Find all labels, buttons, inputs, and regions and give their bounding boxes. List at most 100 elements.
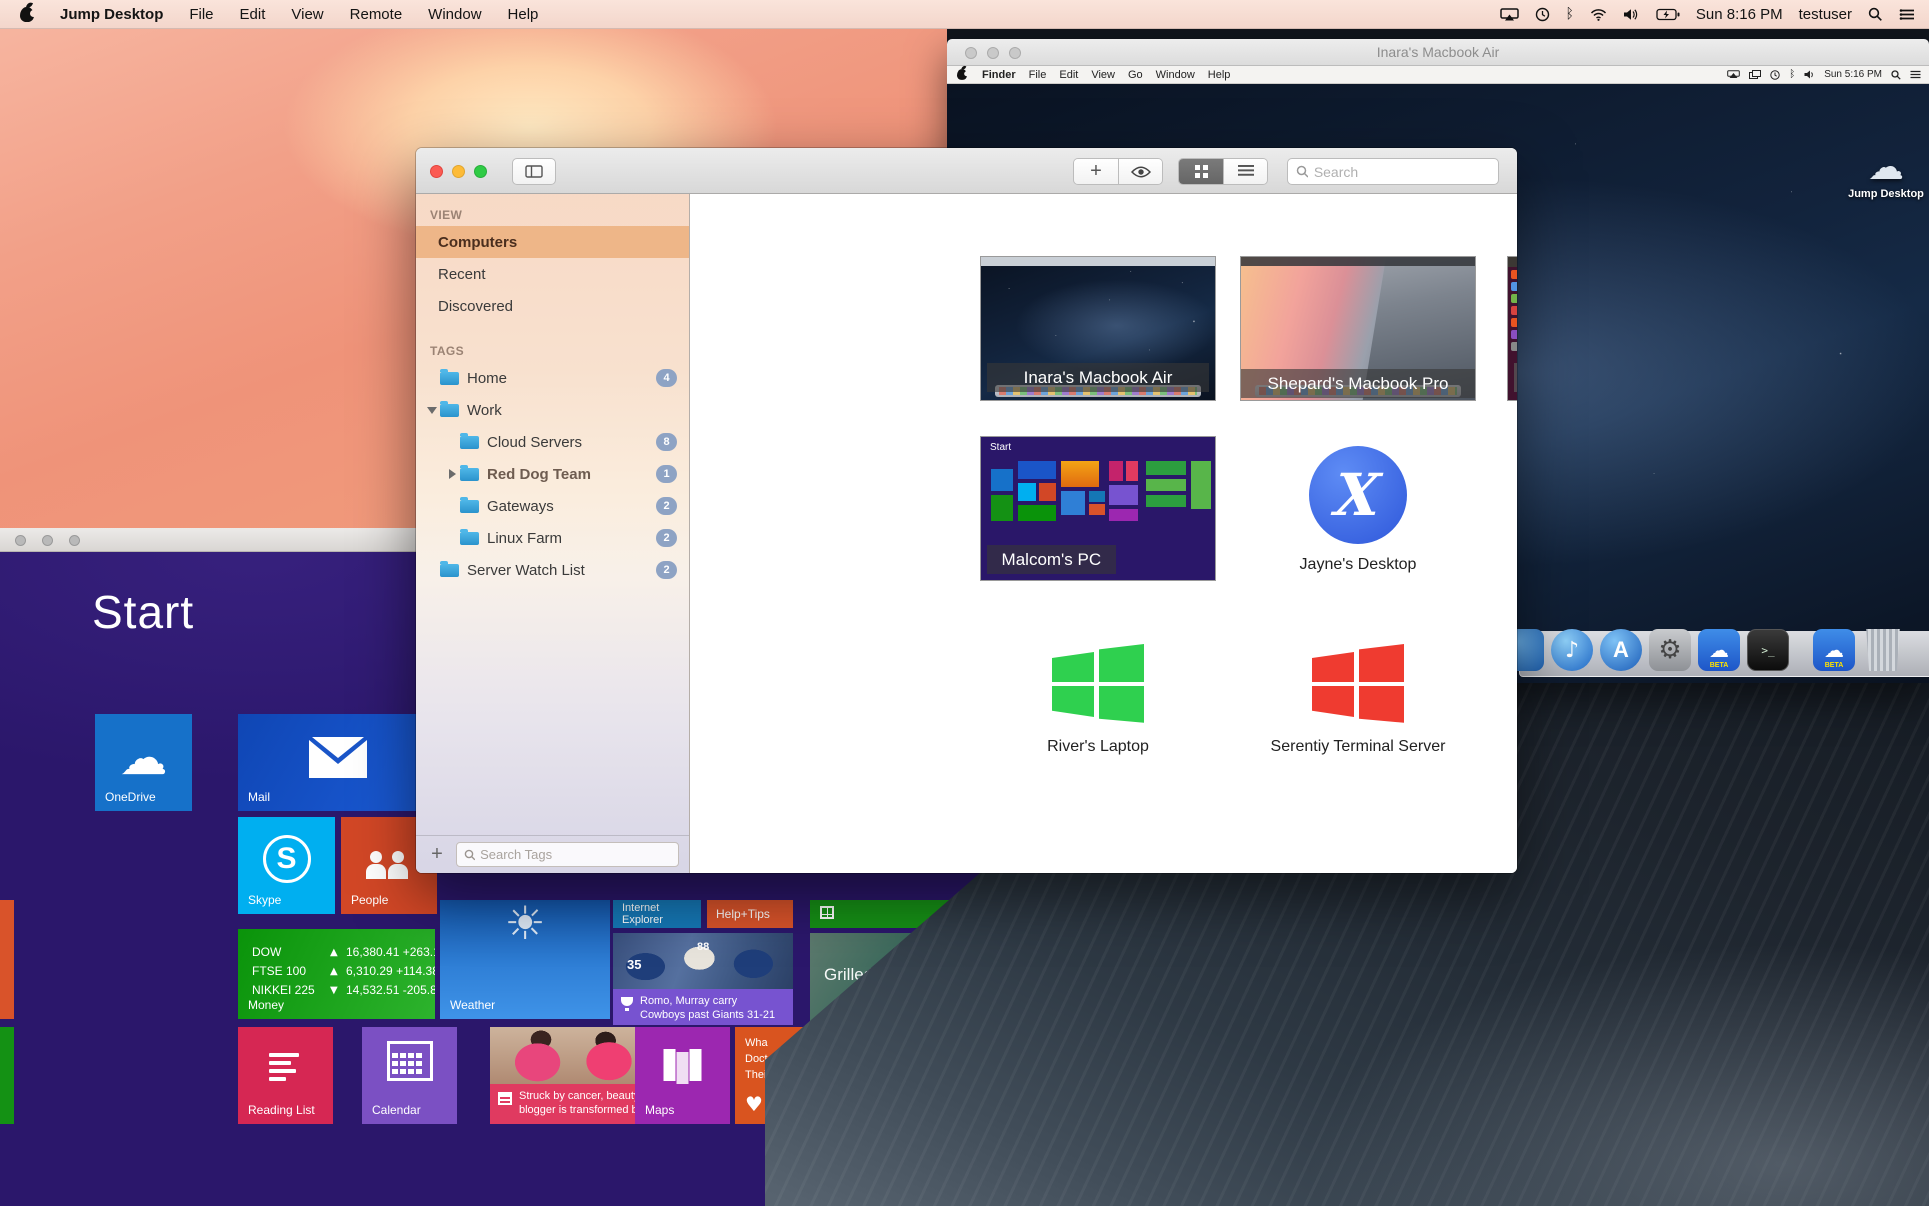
menu-help[interactable]: Help [508,6,539,23]
terminal-icon[interactable]: >_ [1747,629,1789,671]
search-icon[interactable] [1891,70,1901,80]
sidebar-tag-work[interactable]: Work [416,394,689,426]
app-menu-jump-desktop[interactable]: Jump Desktop [60,6,163,23]
computer-jaynes-desktop[interactable]: X Jayne's Desktop [1240,436,1476,586]
clock-icon[interactable] [1770,70,1780,80]
sidebar-tag-linux-farm[interactable]: Linux Farm 2 [416,522,689,554]
zoom-button[interactable] [69,535,80,546]
computer-kaylees-pc[interactable]: Kaylee's PC [1507,436,1517,586]
airplay-icon[interactable] [1727,70,1740,79]
windows-logo-red-icon [1312,644,1404,726]
computer-kaylees-ubuntu-ssh[interactable]: ubuntu Kaylee's Ubuntu (SSH) [1507,256,1517,406]
battery-icon[interactable] [1656,8,1680,21]
notification-center-icon[interactable] [1910,70,1921,79]
menubar-clock[interactable]: Sun 8:16 PM [1696,6,1783,23]
menu-file[interactable]: File [189,6,213,23]
sidebar-tag-cloud-servers[interactable]: Cloud Servers 8 [416,426,689,458]
menu-finder[interactable]: Finder [982,69,1016,81]
close-button[interactable] [15,535,26,546]
tile-calendar[interactable]: Calendar [362,1027,457,1124]
desktop: Start ☁ OneDrive Mail S Skype People DOW… [0,0,1929,1206]
sidebar-item-computers[interactable]: Computers [416,226,689,258]
tile-money[interactable]: DOW▲16,380.41 +263.17 FTSE 100▲6,310.29 … [238,929,435,1019]
menu-view[interactable]: View [1091,69,1115,81]
tile-sliver-orange [0,900,14,1019]
chevron-right-icon[interactable] [444,469,460,479]
sidebar-item-recent[interactable]: Recent [416,258,689,290]
tile-maps[interactable]: Maps [635,1027,730,1124]
bluetooth-icon[interactable]: ᛒ [1566,6,1574,22]
sidebar-tag-server-watch-list[interactable]: Server Watch List 2 [416,554,689,586]
tile-internet-explorer[interactable]: Internet Explorer [613,900,701,928]
zoom-button[interactable] [474,165,487,178]
apple-icon[interactable] [20,7,34,22]
map-icon [663,1049,702,1081]
search-input[interactable] [1314,164,1490,180]
app-store-icon[interactable]: A [1600,629,1642,671]
mini-menubar [981,257,1215,266]
menu-help[interactable]: Help [1208,69,1231,81]
menu-edit[interactable]: Edit [240,6,266,23]
volume-icon[interactable] [1804,70,1815,79]
sidebar-tag-gateways[interactable]: Gateways 2 [416,490,689,522]
mini-menubar [1241,257,1475,266]
computer-malcoms-pc[interactable]: Start [980,436,1216,586]
menubar-user[interactable]: testuser [1799,6,1852,23]
tile-help-tips[interactable]: Help+Tips [707,900,793,928]
computer-serentiy-terminal-server[interactable]: Serentiy Terminal Server [1240,618,1476,768]
computer-shepards-macbook-pro[interactable]: Shepard's Macbook Pro [1240,256,1476,406]
jump-desktop-beta-icon[interactable]: ☁BETA [1698,629,1740,671]
tile-sports[interactable]: 35 88 Romo, Murray carry Cowboys past Gi… [613,933,793,1025]
chevron-down-icon[interactable] [424,407,440,414]
itunes-icon[interactable]: ♪ [1551,629,1593,671]
list-view-button[interactable] [1223,159,1267,184]
tile-reading-list[interactable]: Reading List [238,1027,333,1124]
time-machine-icon[interactable] [1535,7,1550,22]
menu-window[interactable]: Window [428,6,481,23]
tile-onedrive[interactable]: ☁ OneDrive [95,714,192,811]
search-tags-input[interactable] [480,847,671,862]
remote-clock[interactable]: Sun 5:16 PM [1824,69,1882,80]
airplay-icon[interactable] [1500,8,1519,21]
sidebar-tag-red-dog-team[interactable]: Red Dog Team 1 [416,458,689,490]
spotlight-icon[interactable] [1868,7,1883,22]
menu-file[interactable]: File [1029,69,1047,81]
count-badge: 4 [656,369,677,387]
volume-icon[interactable] [1623,8,1640,21]
notification-center-icon[interactable] [1899,8,1915,21]
wifi-icon[interactable] [1590,8,1607,21]
tile-skype[interactable]: S Skype [238,817,335,914]
folder-icon [460,532,479,545]
tile-mail[interactable]: Mail [238,714,437,811]
menu-view[interactable]: View [291,6,323,23]
trash-icon[interactable] [1862,629,1904,671]
menu-edit[interactable]: Edit [1059,69,1078,81]
grid-view-button[interactable] [1179,159,1223,184]
minimize-button[interactable] [42,535,53,546]
minimize-button[interactable] [452,165,465,178]
bluetooth-icon[interactable]: ᛒ [1789,69,1795,80]
computer-inaras-macbook-air[interactable]: Inara's Macbook Air [980,256,1216,406]
sidebar-tag-home[interactable]: Home 4 [416,362,689,394]
jump-desktop-installer-icon[interactable]: ☁BETA [1813,629,1855,671]
computer-rivers-laptop[interactable]: River's Laptop [980,618,1216,768]
view-mode-group [1178,158,1268,185]
system-preferences-icon[interactable]: ⚙ [1649,629,1691,671]
sidebar-item-discovered[interactable]: Discovered [416,290,689,322]
quick-look-button[interactable] [1118,159,1162,184]
menu-remote[interactable]: Remote [350,6,403,23]
menu-go[interactable]: Go [1128,69,1143,81]
skype-icon: S [263,835,311,883]
remote-menubar: Finder File Edit View Go Window Help ᛒ S… [947,66,1929,84]
add-computer-button[interactable]: + [1074,159,1118,184]
jump-desktop-app-icon[interactable]: ☁ Jump Desktop [1845,148,1927,200]
remote-dock: ♪ A ⚙ ☁BETA >_ ☁BETA [1519,631,1929,677]
tile-weather[interactable]: ☀ Weather [440,900,610,1019]
sidebar-toggle-button[interactable] [512,158,556,185]
displays-icon[interactable] [1749,70,1761,79]
folder-icon [460,468,479,481]
apple-icon[interactable] [957,69,967,80]
menu-window[interactable]: Window [1156,69,1195,81]
close-button[interactable] [430,165,443,178]
add-tag-button[interactable]: + [426,843,448,866]
